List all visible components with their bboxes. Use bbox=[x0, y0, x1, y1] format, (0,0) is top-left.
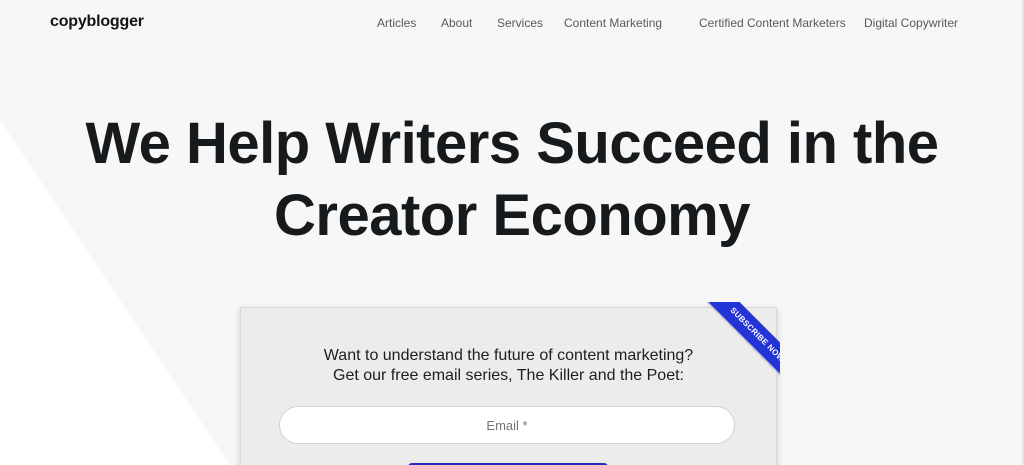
nav-item-digital-copywriter[interactable]: Digital Copywriter bbox=[864, 16, 958, 30]
nav-item-articles[interactable]: Articles bbox=[377, 16, 416, 30]
nav-item-about[interactable]: About bbox=[441, 16, 472, 30]
hero-title-line-1: We Help Writers Succeed in the bbox=[85, 111, 939, 176]
subscribe-ribbon: SUBSCRIBE NOW bbox=[704, 302, 780, 378]
site-header: copyblogger Articles About Services Cont… bbox=[0, 0, 1024, 46]
nav-item-content-marketing[interactable]: Content Marketing bbox=[564, 16, 662, 30]
page: copyblogger Articles About Services Cont… bbox=[0, 0, 1024, 465]
main-nav: Articles About Services Content Marketin… bbox=[0, 16, 1024, 32]
signup-text-line-2: Get our free email series, The Killer an… bbox=[333, 367, 684, 384]
signup-text-line-1: Want to understand the future of content… bbox=[323, 347, 694, 364]
nav-item-certified-content-marketers[interactable]: Certified Content Marketers bbox=[699, 16, 846, 30]
email-input[interactable] bbox=[279, 406, 735, 444]
email-signup-card: Want to understand the future of content… bbox=[240, 307, 777, 465]
hero-title: We Help Writers Succeed in the Creator E… bbox=[0, 108, 1024, 252]
hero-title-line-2: Creator Economy bbox=[274, 183, 750, 248]
subscribe-ribbon-label: SUBSCRIBE NOW bbox=[707, 302, 780, 378]
nav-item-services[interactable]: Services bbox=[497, 16, 543, 30]
signup-description: Want to understand the future of content… bbox=[241, 346, 776, 386]
